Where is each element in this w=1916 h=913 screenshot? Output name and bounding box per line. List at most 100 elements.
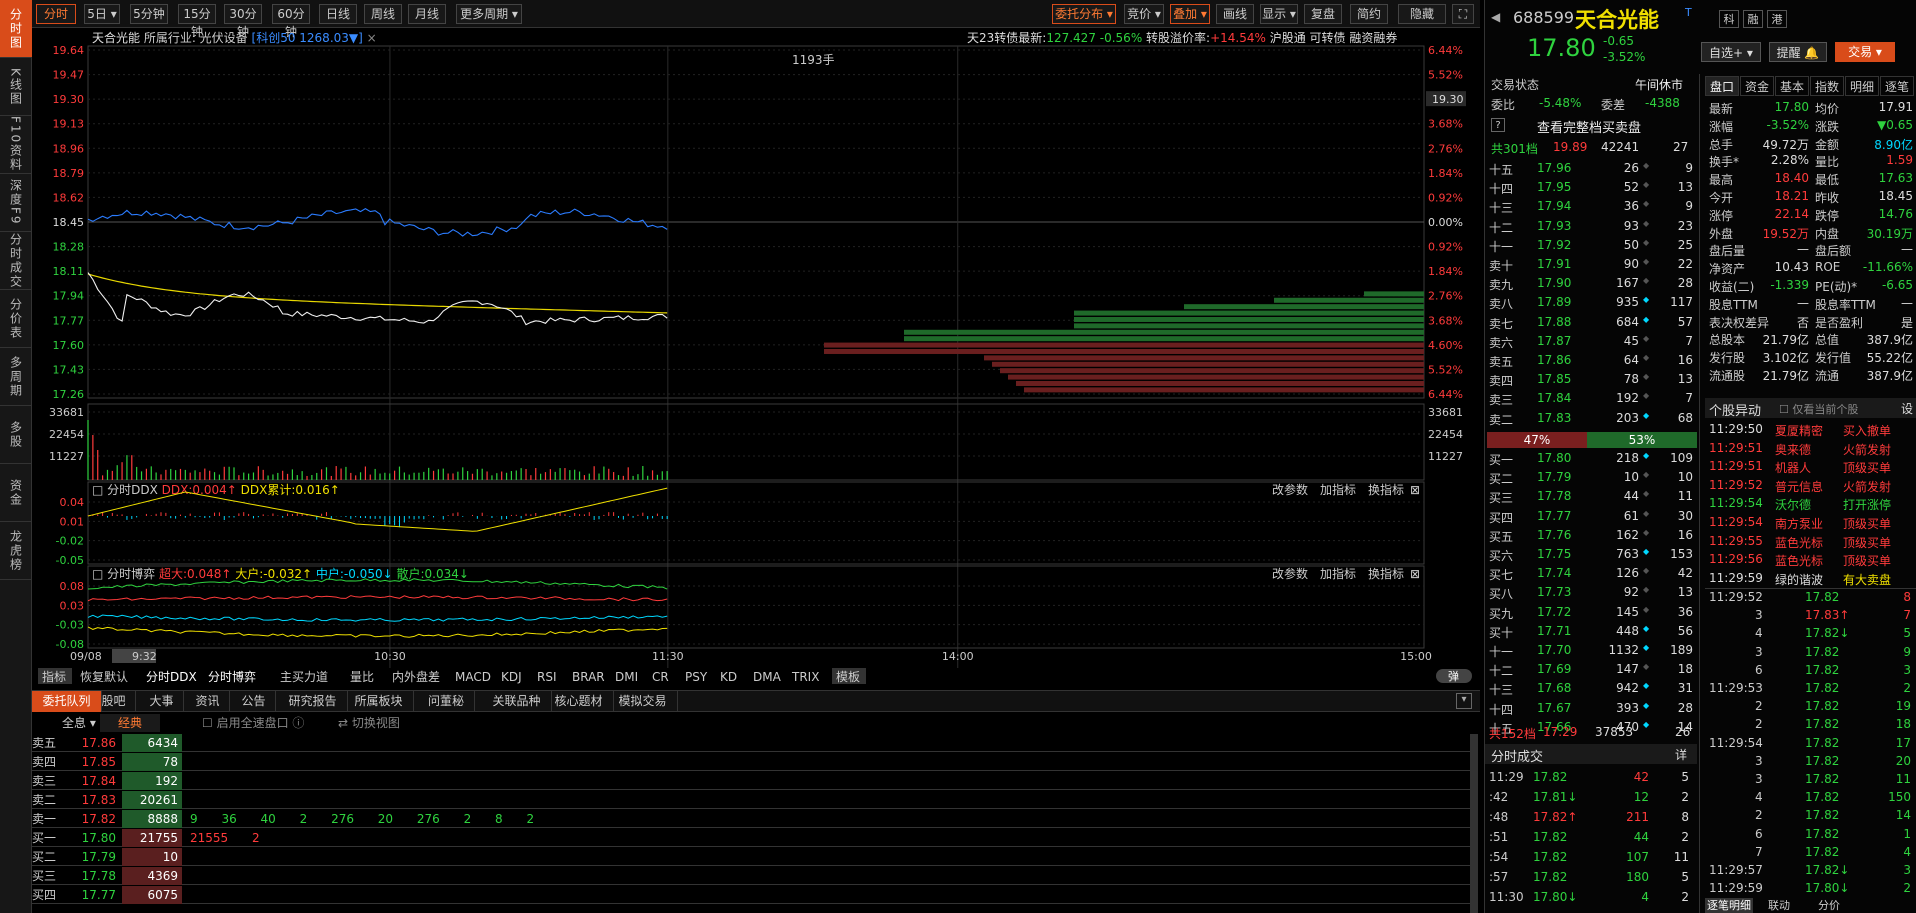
book-vol: 218: [1616, 451, 1639, 465]
toolbar-right-3[interactable]: 画线: [1216, 4, 1254, 24]
period-tab-2[interactable]: 5分钟: [130, 4, 168, 24]
toolbar-right-2[interactable]: 叠加 ▾: [1170, 4, 1210, 24]
queue-mode-all[interactable]: 全息 ▾: [62, 714, 96, 732]
sidebar-tab-9[interactable]: 龙虎榜: [0, 522, 32, 580]
fullscreen-icon[interactable]: ⛶: [1452, 4, 1474, 24]
help-icon[interactable]: ?: [1491, 118, 1505, 132]
bottom-tab-4[interactable]: 公告: [232, 691, 276, 712]
ind-tab-14[interactable]: KD: [720, 670, 737, 684]
quote-label-2: 跌停: [1815, 208, 1840, 223]
ind-tab-10[interactable]: BRAR: [572, 670, 605, 684]
ind-tab-15[interactable]: DMA: [753, 670, 782, 684]
ind-tab-8[interactable]: KDJ: [501, 670, 522, 684]
ind-tab-17[interactable]: 模板: [836, 670, 860, 684]
tick2-price: 17.82↓: [1805, 863, 1850, 877]
panel-btn-2[interactable]: 换指标: [1368, 566, 1404, 581]
detail-tab-2[interactable]: 分价: [1805, 898, 1853, 913]
period-tab-8[interactable]: 月线: [408, 4, 446, 24]
bottom-tab-10[interactable]: 模拟交易: [608, 691, 678, 712]
bottom-tab-9[interactable]: 核心题材: [544, 691, 614, 712]
ind-tab-13[interactable]: PSY: [685, 670, 708, 684]
book-label: 十三: [1489, 201, 1514, 216]
sidebar-tab-1[interactable]: K线图: [0, 58, 32, 116]
sidebar-tab-0[interactable]: 分时图: [0, 0, 32, 58]
full-book-button[interactable]: 查看完整档买卖盘: [1537, 117, 1641, 136]
sidebar-tab-4[interactable]: 分时成交: [0, 232, 32, 290]
ind-tab-12[interactable]: CR: [652, 670, 669, 684]
bottom-tab-7[interactable]: 问董秘: [418, 691, 475, 712]
period-tab-0[interactable]: 分时: [36, 4, 76, 24]
quote-tab-4[interactable]: 明细: [1845, 76, 1879, 96]
panel-btn-0[interactable]: 改参数: [1272, 482, 1308, 497]
ind-tab-9[interactable]: RSI: [537, 670, 557, 684]
quote-tab-3[interactable]: 指数: [1810, 76, 1844, 96]
panel-btn-1[interactable]: 加指标: [1320, 566, 1356, 581]
ind-tab-1[interactable]: 恢复默认: [80, 669, 128, 684]
period-tab-7[interactable]: 周线: [364, 4, 402, 24]
alert-button[interactable]: 提醒 🔔: [1769, 42, 1827, 62]
quote-tab-0[interactable]: 盘口: [1705, 76, 1739, 96]
toolbar-right-0[interactable]: 委托分布 ▾: [1052, 4, 1116, 24]
sidebar-tab-2[interactable]: F10资料: [0, 116, 32, 174]
alert-only-checkbox[interactable]: ☐ 仅看当前个股: [1779, 401, 1858, 417]
toolbar-right-6[interactable]: 简约: [1350, 4, 1388, 24]
quote-tab-1[interactable]: 资金: [1740, 76, 1774, 96]
bottom-expand-icon[interactable]: ▾: [1456, 693, 1472, 709]
sidebar-tab-8[interactable]: 资金: [0, 464, 32, 522]
period-tab-4[interactable]: 30分钟: [224, 4, 262, 39]
ind-tab-5[interactable]: 量比: [350, 670, 374, 684]
tick2-vol: 19: [1895, 699, 1911, 714]
intraday-chart[interactable]: 天合光能 所属行业: 光伏设备 [科创50 1268.03▼] × 天23转债最新…: [32, 28, 1480, 690]
ind-tab-3[interactable]: 分时博弈: [208, 669, 256, 684]
ind-tab-4[interactable]: 主买力道: [280, 670, 328, 684]
queue-mode-classic[interactable]: 经典: [100, 714, 160, 732]
toolbar-right-5[interactable]: 复盘: [1304, 4, 1342, 24]
queue-scrollbar[interactable]: [1470, 734, 1478, 913]
bottom-tab-8[interactable]: 关联品种: [482, 691, 552, 712]
panel-btn-2[interactable]: 换指标: [1368, 482, 1404, 497]
prev-stock-icon[interactable]: ◀: [1491, 10, 1500, 24]
ind-tab-16[interactable]: TRIX: [791, 670, 819, 684]
book-vol: 147: [1616, 662, 1639, 677]
alert-stock: 蓝色光标: [1775, 554, 1824, 569]
toolbar-right-4[interactable]: 显示 ▾: [1260, 4, 1298, 24]
tick-detail-button[interactable]: 详: [1675, 746, 1687, 763]
book-price: 17.90: [1537, 276, 1572, 291]
quote-tab-2[interactable]: 基本: [1775, 76, 1809, 96]
period-tab-6[interactable]: 日线: [319, 4, 357, 24]
sidebar-tab-5[interactable]: 分价表: [0, 290, 32, 348]
ind-tab-7[interactable]: MACD: [455, 670, 491, 684]
detail-tab-1[interactable]: 联动: [1755, 898, 1803, 913]
detail-tab-0[interactable]: 逐笔明细: [1705, 898, 1753, 913]
bottom-tab-2[interactable]: 大事: [140, 691, 184, 712]
panel-close-icon[interactable]: ⊠: [1410, 483, 1420, 497]
add-watch-button[interactable]: 自选+ ▾: [1701, 42, 1761, 62]
panel-btn-0[interactable]: 改参数: [1272, 566, 1308, 581]
alert-settings[interactable]: 设: [1901, 400, 1913, 417]
period-tab-5[interactable]: 60分钟: [272, 4, 310, 39]
fullspeed-checkbox[interactable]: ☐ 启用全速盘口 ⓘ: [202, 714, 304, 732]
period-tab-3[interactable]: 15分钟: [178, 4, 216, 39]
ind-tab-11[interactable]: DMI: [615, 670, 638, 684]
ind-tab-6[interactable]: 内外盘差: [392, 669, 440, 684]
trade-button[interactable]: 交易 ▾: [1835, 42, 1895, 62]
bottom-tab-5[interactable]: 研究报告: [278, 691, 348, 712]
panel-close-icon[interactable]: ⊠: [1410, 567, 1420, 581]
bottom-tab-3[interactable]: 资讯: [186, 691, 230, 712]
panel-btn-1[interactable]: 加指标: [1320, 482, 1356, 497]
period-tab-9[interactable]: 更多周期 ▾: [456, 4, 522, 24]
ind-tab-2[interactable]: 分时DDX: [146, 670, 197, 684]
quote-tab-5[interactable]: 逐笔: [1880, 76, 1914, 96]
bottom-tab-1[interactable]: 股吧: [92, 691, 136, 712]
switch-view-button[interactable]: ⇄ 切换视图: [338, 714, 400, 732]
toolbar-right-7[interactable]: 隐藏: [1398, 4, 1446, 24]
ind-tab-0[interactable]: 指标: [42, 669, 66, 684]
toolbar-right-1[interactable]: 竞价 ▾: [1124, 4, 1164, 24]
bottom-tab-6[interactable]: 所属板块: [344, 691, 414, 712]
alert-stock: 奥来德: [1775, 442, 1812, 457]
sidebar-tab-7[interactable]: 多股: [0, 406, 32, 464]
sidebar-tab-6[interactable]: 多周期: [0, 348, 32, 406]
sidebar-tab-3[interactable]: 深度F9: [0, 174, 32, 232]
period-tab-1[interactable]: 5日 ▾: [84, 4, 120, 24]
queue-row: 卖三 17.84 192: [32, 772, 1472, 790]
